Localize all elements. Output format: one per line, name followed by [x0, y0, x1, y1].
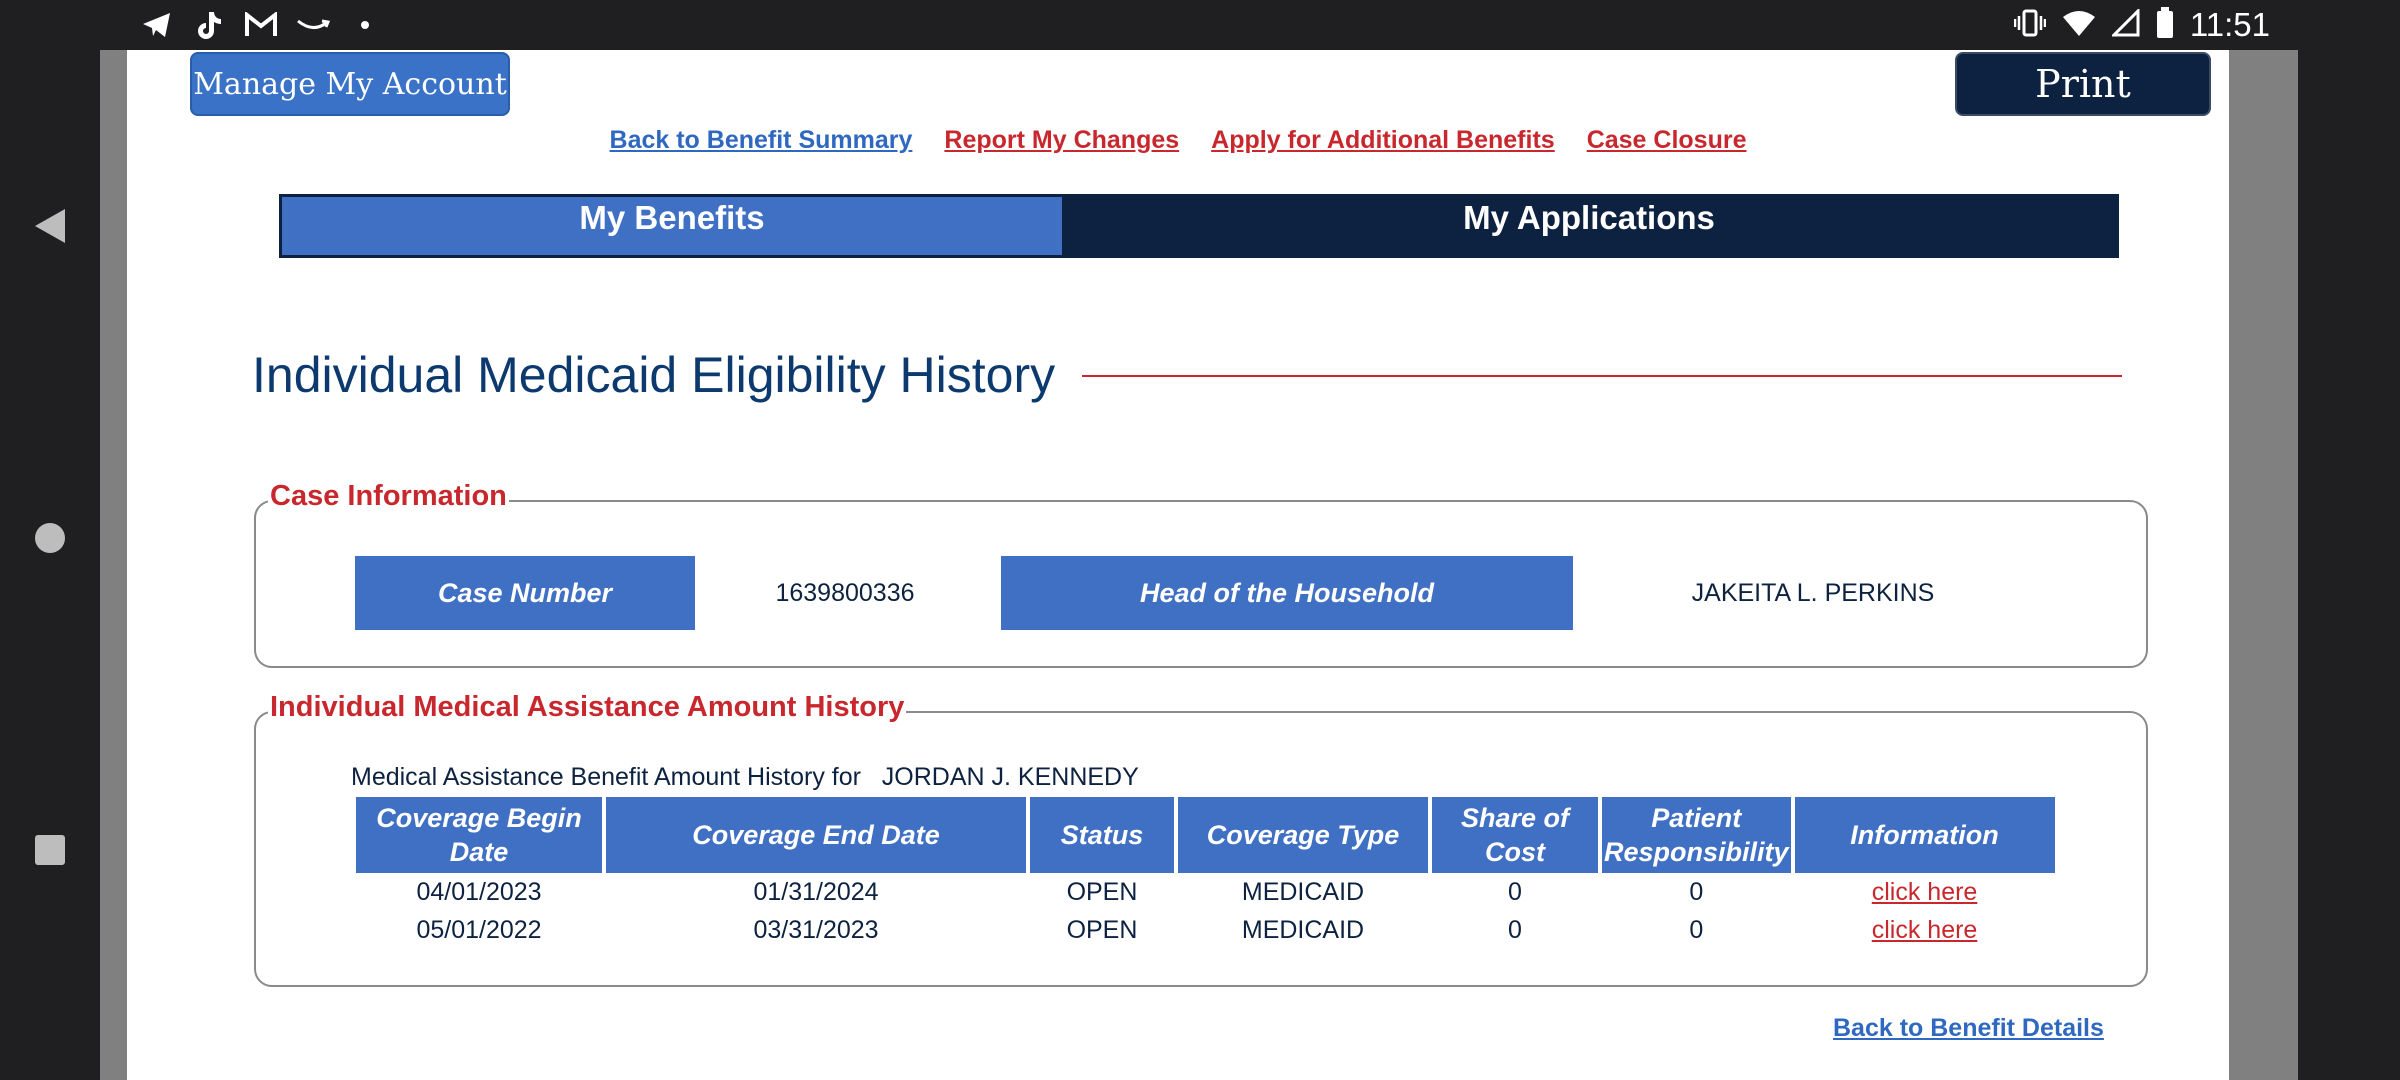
status-cell: OPEN: [1066, 915, 1138, 944]
clock: 11:51: [2189, 6, 2270, 43]
patient-responsibility-cell: 0: [1689, 915, 1704, 944]
system-icons: 11:51: [2013, 6, 2270, 44]
tab-my-applications[interactable]: My Applications: [1062, 197, 2116, 255]
amazon-icon: [296, 8, 330, 42]
battery-icon: [2156, 6, 2174, 44]
col-share-of-cost: Share of Cost: [1432, 797, 1598, 873]
col-status: Status: [1030, 797, 1174, 873]
history-person-name: JORDAN J. KENNEDY: [881, 763, 1139, 791]
head-of-household-value: JAKEITA L. PERKINS: [1691, 578, 1935, 607]
information-cell: click here: [1795, 911, 2055, 949]
case-closure-link[interactable]: Case Closure: [1587, 126, 1747, 155]
information-cell: click here: [1795, 873, 2055, 911]
col-information: Information: [1794, 797, 2055, 873]
coverage-begin-cell: 05/01/2022: [416, 915, 542, 944]
col-coverage-type: Coverage Type: [1178, 797, 1428, 873]
dot-icon: [348, 8, 382, 42]
recents-nav-button[interactable]: [30, 830, 70, 870]
home-nav-button[interactable]: [30, 518, 70, 558]
amount-history-section: Individual Medical Assistance Amount His…: [254, 691, 2148, 987]
back-nav-button[interactable]: [30, 206, 70, 246]
title-divider: [1082, 375, 2122, 377]
tab-bar: My Benefits My Applications: [279, 194, 2119, 258]
gmail-icon: [244, 8, 278, 42]
notification-icons: [140, 8, 382, 42]
col-patient-responsibility: Patient Responsibility: [1602, 797, 1791, 873]
click-here-link[interactable]: click here: [1872, 916, 1978, 944]
head-of-household-label: Head of the Household: [1001, 556, 1573, 630]
patient-responsibility-cell: 0: [1689, 877, 1704, 906]
telegram-icon: [140, 8, 174, 42]
table-row: 04/01/2023 01/31/2024 OPEN MEDICAID 0 0 …: [356, 873, 2055, 911]
manage-account-button[interactable]: Manage My Account: [190, 52, 510, 116]
col-coverage-end-date: Coverage End Date: [606, 797, 1026, 873]
status-bar: 11:51: [0, 0, 2400, 50]
tab-my-benefits[interactable]: My Benefits: [282, 197, 1062, 255]
history-caption-prefix: Medical Assistance Benefit Amount Histor…: [351, 763, 861, 791]
amount-history-legend: Individual Medical Assistance Amount His…: [268, 691, 907, 724]
apply-additional-benefits-link[interactable]: Apply for Additional Benefits: [1211, 126, 1555, 155]
navigation-bar: [0, 50, 100, 1080]
case-number-label: Case Number: [355, 556, 695, 630]
share-of-cost-cell: 0: [1508, 877, 1522, 906]
coverage-type-cell: MEDICAID: [1241, 877, 1365, 906]
print-button[interactable]: Print: [1955, 52, 2211, 116]
back-to-benefit-details-link[interactable]: Back to Benefit Details: [1833, 1014, 2104, 1043]
page-content: Manage My Account Print Back to Benefit …: [127, 50, 2229, 1080]
coverage-end-cell: 03/31/2023: [753, 915, 879, 944]
history-caption: Medical Assistance Benefit Amount Histor…: [351, 763, 1139, 792]
coverage-end-cell: 01/31/2024: [753, 877, 879, 906]
vibrate-icon: [2013, 8, 2047, 43]
wifi-icon: [2062, 9, 2096, 42]
back-to-benefit-summary-link[interactable]: Back to Benefit Summary: [610, 126, 913, 155]
case-information-section: Case Information Case Number 1639800336 …: [254, 480, 2148, 668]
report-my-changes-link[interactable]: Report My Changes: [944, 126, 1179, 155]
col-coverage-begin-date: Coverage Begin Date: [356, 797, 602, 873]
case-number-value: 1639800336: [775, 578, 915, 607]
page-title: Individual Medicaid Eligibility History: [252, 347, 1056, 403]
signal-icon: [2110, 6, 2140, 42]
share-of-cost-cell: 0: [1508, 915, 1522, 944]
coverage-type-cell: MEDICAID: [1241, 915, 1365, 944]
click-here-link[interactable]: click here: [1872, 878, 1978, 906]
coverage-begin-cell: 04/01/2023: [416, 877, 542, 906]
quick-links: Back to Benefit Summary Report My Change…: [127, 126, 2229, 155]
tiktok-icon: [192, 8, 226, 42]
table-row: 05/01/2022 03/31/2023 OPEN MEDICAID 0 0 …: [356, 911, 2055, 949]
status-cell: OPEN: [1066, 877, 1138, 906]
history-table: Coverage Begin Date Coverage End Date St…: [352, 797, 2059, 949]
case-information-legend: Case Information: [268, 480, 509, 513]
